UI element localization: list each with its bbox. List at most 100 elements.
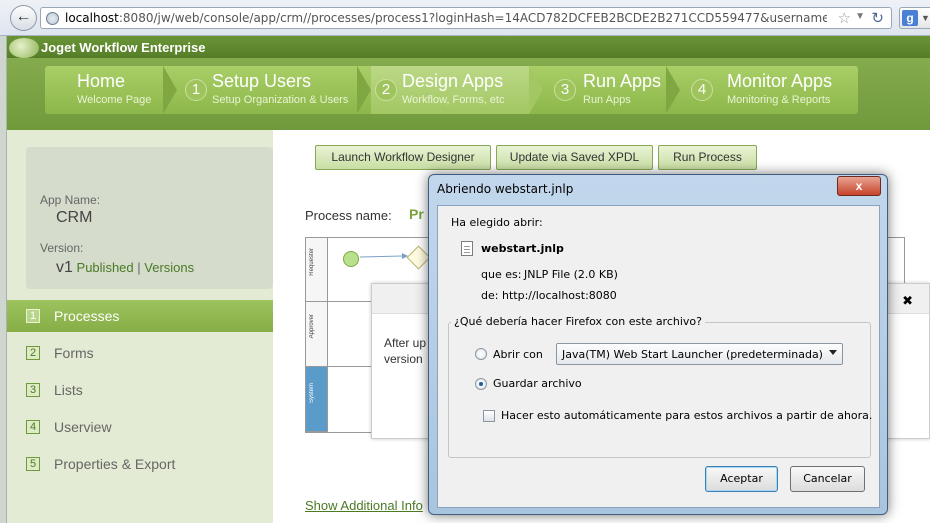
nav-home[interactable]: Home Welcome Page [45, 66, 163, 114]
joget-logo-icon [9, 38, 39, 58]
sidebar-item-processes[interactable]: 1 Processes [7, 300, 273, 332]
save-file-radio[interactable] [475, 378, 487, 390]
swimlane-header: Approver [306, 302, 328, 367]
open-with-label[interactable]: Abrir con [493, 348, 543, 361]
chose-to-open-label: Ha elegido abrir: [451, 216, 543, 229]
sidebar-item-properties-export[interactable]: 5 Properties & Export [7, 448, 273, 480]
file-type-label: que es: [481, 268, 522, 281]
app-name-label: App Name: [40, 193, 101, 207]
auto-action-checkbox[interactable] [483, 410, 495, 422]
file-type-value: JNLP File (2.0 KB) [524, 268, 618, 281]
nav-separator [529, 66, 543, 114]
download-dialog: Abriendo webstart.jnlp x Ha elegido abri… [428, 174, 888, 515]
chevron-down-icon [829, 350, 837, 355]
nav-sub: Welcome Page [77, 94, 152, 106]
nav-monitor-apps[interactable]: 4 Monitor Apps Monitoring & Reports [691, 66, 851, 114]
save-file-label[interactable]: Guardar archivo [493, 377, 582, 390]
sidebar-item-number: 3 [26, 383, 40, 397]
nav-label: Run Apps [583, 71, 662, 91]
version-row: v1 Published | Versions [56, 259, 194, 277]
reload-icon[interactable]: ↻ [871, 9, 884, 27]
show-additional-info-link[interactable]: Show Additional Info [305, 498, 423, 513]
sidebar-item-userview[interactable]: 4 Userview [7, 411, 273, 443]
launch-workflow-designer-button[interactable]: Launch Workflow Designer [315, 145, 491, 170]
nav-label: Setup Users [212, 71, 312, 91]
sidebar: App Name: CRM Version: v1 Published | Ve… [7, 130, 281, 523]
background-dialog-text: After up [384, 336, 427, 350]
google-search-button[interactable]: g ▼ [899, 7, 930, 29]
swimlane-label: System [309, 383, 315, 404]
browser-toolbar: ← localhost:8080/jw/web/console/app/crm/… [0, 0, 930, 36]
nav-sub: Run Apps [583, 94, 631, 106]
app-info-card: App Name: CRM Version: v1 Published | Ve… [26, 147, 273, 289]
accept-button[interactable]: Aceptar [705, 466, 778, 492]
swimlane-label: Requester [309, 248, 315, 276]
dialog-close-button[interactable]: x [837, 176, 881, 196]
background-dialog-text: version [384, 352, 423, 366]
app-name: CRM [56, 209, 93, 226]
nav-label: Design Apps [402, 71, 504, 91]
auto-action-label[interactable]: Hacer esto automáticamente para estos ar… [501, 409, 872, 422]
flow-arrow-icon [360, 253, 408, 259]
run-process-button[interactable]: Run Process [658, 145, 757, 170]
open-with-radio[interactable] [475, 348, 487, 360]
cancel-button[interactable]: Cancelar [790, 466, 865, 492]
sidebar-item-forms[interactable]: 2 Forms [7, 337, 273, 369]
address-bar[interactable]: localhost:8080/jw/web/console/app/crm//p… [40, 7, 892, 29]
sidebar-item-label: Processes [54, 308, 120, 324]
file-name: webstart.jnlp [481, 242, 564, 255]
open-with-value: Java(TM) Web Start Launcher (predetermin… [562, 348, 823, 361]
main-nav: Home Welcome Page 1 Setup Users Setup Or… [45, 66, 858, 114]
sidebar-item-label: Forms [54, 345, 94, 361]
dialog-body: Ha elegido abrir: webstart.jnlp que es: … [437, 205, 880, 508]
file-source-value: http://localhost:8080 [502, 289, 617, 302]
sidebar-item-lists[interactable]: 3 Lists [7, 374, 273, 406]
nav-separator [163, 66, 177, 114]
sidebar-item-label: Lists [54, 382, 83, 398]
joget-title: Joget Workflow Enterprise [41, 40, 206, 55]
search-engine-dropdown-icon: ▼ [921, 13, 930, 23]
version-separator: | [137, 260, 141, 275]
nav-sub: Setup Organization & Users [212, 94, 349, 106]
nav-design-apps[interactable]: 2 Design Apps Workflow, Forms, etc [371, 66, 529, 114]
start-event-icon[interactable] [343, 251, 359, 267]
open-with-select[interactable]: Java(TM) Web Start Launcher (predetermin… [556, 343, 843, 365]
window-left-edge [0, 36, 7, 523]
nav-label: Monitor Apps [727, 71, 833, 91]
sidebar-item-number: 4 [26, 420, 40, 434]
dialog-title: Abriendo webstart.jnlp [437, 182, 574, 196]
published-badge: Published [76, 260, 134, 275]
action-question: ¿Qué debería hacer Firefox con este arch… [451, 315, 705, 328]
swimlane-label: Approver [309, 314, 315, 339]
nav-sub: Workflow, Forms, etc [402, 94, 505, 106]
sidebar-item-label: Userview [54, 419, 112, 435]
nav-number: 2 [375, 79, 397, 101]
google-icon: g [902, 10, 918, 26]
process-name-label: Process name: [305, 208, 392, 223]
nav-separator [666, 66, 680, 114]
versions-link[interactable]: Versions [144, 260, 194, 275]
nav-setup-users[interactable]: 1 Setup Users Setup Organization & Users [185, 66, 357, 114]
url-text: localhost:8080/jw/web/console/app/crm//p… [65, 11, 827, 25]
process-name-value: Pr [409, 206, 424, 222]
star-icon[interactable]: ☆ [838, 9, 851, 27]
back-icon[interactable]: ← [10, 5, 37, 31]
nav-number: 3 [554, 79, 576, 101]
sidebar-item-label: Properties & Export [54, 456, 176, 472]
nav-sub: Monitoring & Reports [727, 94, 831, 106]
sidebar-item-number: 5 [26, 457, 40, 471]
file-source-label: de: [481, 289, 499, 302]
update-xpdl-button[interactable]: Update via Saved XPDL [496, 145, 653, 170]
file-icon [461, 241, 473, 256]
globe-icon [46, 12, 59, 25]
joget-titlebar: Joget Workflow Enterprise [7, 36, 930, 58]
dropdown-icon[interactable]: ▼ [855, 11, 865, 22]
nav-run-apps[interactable]: 3 Run Apps Run Apps [554, 66, 666, 114]
swimlane-header: System [306, 367, 328, 432]
version-label: Version: [40, 241, 84, 255]
close-icon[interactable]: ✖ [902, 293, 913, 309]
nav-number: 1 [185, 79, 207, 101]
nav-label: Home [77, 71, 126, 91]
swimlane-header: Requester [306, 238, 328, 302]
nav-number: 4 [691, 79, 713, 101]
